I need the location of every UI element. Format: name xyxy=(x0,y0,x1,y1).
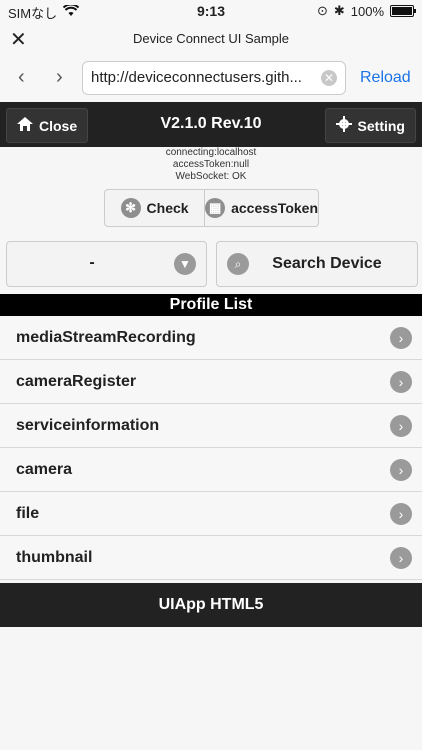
title-bar: ✕ Device Connect UI Sample xyxy=(0,22,422,56)
reload-button[interactable]: Reload xyxy=(360,69,411,87)
url-field[interactable]: http://deviceconnectusers.gith... ✕ xyxy=(82,61,346,95)
chevron-down-icon: ▼ xyxy=(174,253,196,275)
connection-status: connecting:localhost accessToken:null We… xyxy=(0,147,422,183)
search-device-button[interactable]: ⌕ Search Device xyxy=(216,241,418,287)
list-item[interactable]: thumbnail › xyxy=(0,536,422,580)
connecting-status: connecting:localhost xyxy=(165,147,257,158)
app-footer: UIApp HTML5 xyxy=(0,583,422,627)
check-button[interactable]: ✻ Check xyxy=(105,190,204,226)
list-item-label: camera xyxy=(16,461,73,478)
list-item-label: file xyxy=(16,505,40,522)
list-item-label: mediaStreamRecording xyxy=(16,329,196,346)
grid-icon: ▦ xyxy=(205,198,226,218)
list-item[interactable]: cameraRegister › xyxy=(0,360,422,404)
gear-icon xyxy=(335,116,352,135)
battery-percent: 100% xyxy=(350,3,384,19)
setting-button-label: Setting xyxy=(357,117,405,134)
profile-list-header: Profile List xyxy=(0,294,422,316)
action-button-group: ✻ Check ▦ accessToken xyxy=(104,189,319,227)
search-device-label: Search Device xyxy=(272,255,382,272)
back-icon[interactable]: ‹ xyxy=(18,66,25,89)
list-item[interactable]: mediaStreamRecording › xyxy=(0,316,422,360)
clear-icon[interactable]: ✕ xyxy=(321,70,337,86)
status-bar: SIMなし 9:13 ⊙ ✱ 100% xyxy=(0,0,422,22)
chevron-right-icon: › xyxy=(390,415,412,437)
battery-icon xyxy=(390,5,416,17)
list-item-label: serviceinformation xyxy=(16,417,160,434)
list-item-label: cameraRegister xyxy=(16,373,137,390)
url-bar: ‹ › http://deviceconnectusers.gith... ✕ … xyxy=(0,56,422,103)
access-token-button[interactable]: ▦ accessToken xyxy=(204,190,318,226)
bluetooth-icon: ✱ xyxy=(333,3,345,18)
list-item[interactable]: serviceinformation › xyxy=(0,404,422,448)
list-item-label: thumbnail xyxy=(16,549,93,566)
list-item[interactable]: camera › xyxy=(0,448,422,492)
profile-list: mediaStreamRecording › cameraRegister › … xyxy=(0,316,422,580)
chevron-right-icon: › xyxy=(390,327,412,349)
device-select[interactable]: - ▼ xyxy=(6,241,207,287)
gear-icon: ✻ xyxy=(120,198,141,218)
list-item[interactable]: file › xyxy=(0,492,422,536)
access-token-button-label: accessToken xyxy=(231,200,318,216)
websocket-status: WebSocket: OK xyxy=(175,171,247,182)
page-title: Device Connect UI Sample xyxy=(132,31,290,46)
chevron-right-icon: › xyxy=(390,503,412,525)
setting-button[interactable]: Setting xyxy=(324,108,416,143)
forward-icon[interactable]: › xyxy=(56,66,63,89)
chevron-right-icon: › xyxy=(390,547,412,569)
rotation-lock-icon: ⊙ xyxy=(316,3,328,18)
url-text: http://deviceconnectusers.gith... xyxy=(91,69,302,86)
token-status: accessToken:null xyxy=(172,159,250,170)
chevron-right-icon: › xyxy=(390,459,412,481)
device-select-value: - xyxy=(89,254,95,271)
chevron-right-icon: › xyxy=(390,371,412,393)
check-button-label: Check xyxy=(146,200,189,216)
app-header: Close V2.1.0 Rev.10 Setting xyxy=(0,102,422,147)
